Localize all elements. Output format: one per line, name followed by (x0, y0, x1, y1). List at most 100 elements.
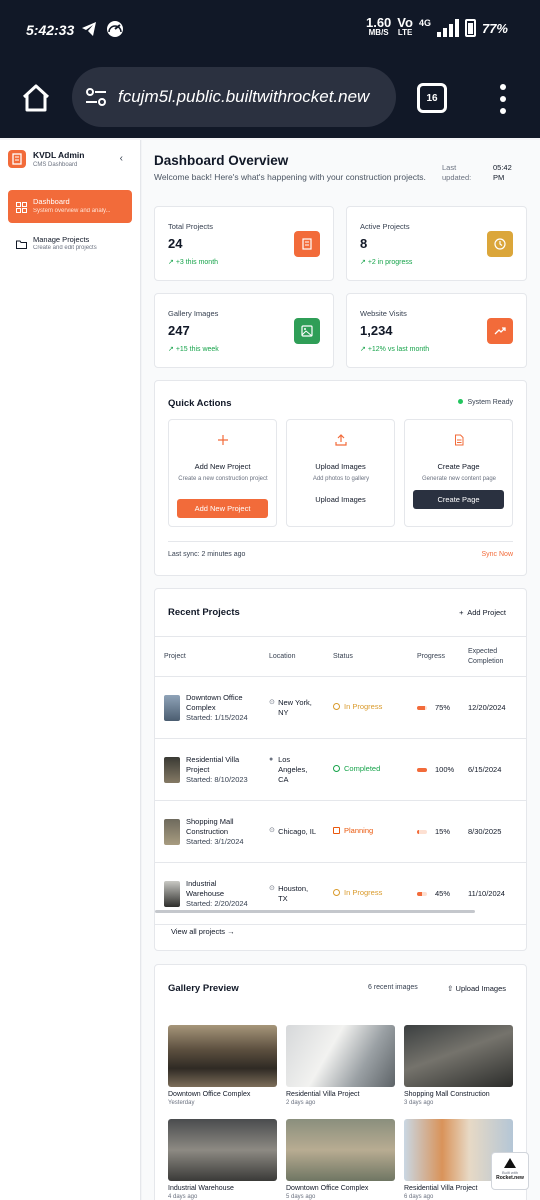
project-thumbnail (164, 818, 180, 845)
main-content: Dashboard Overview Welcome back! Here's … (142, 140, 540, 1200)
sidebar-item-label: Manage Projects (33, 235, 90, 244)
brand-subtitle: CMS Dashboard (33, 162, 78, 168)
gallery-item-title: Downtown Office Complex (168, 1091, 251, 1098)
gallery-item-date: 2 days ago (286, 1100, 316, 1106)
project-name: Industrial Warehouse (186, 878, 225, 898)
collapse-sidebar-button[interactable]: ‹ (120, 153, 123, 164)
stat-card-total-projects: Total Projects 24 ↗ +3 this month (154, 206, 334, 281)
project-location: Los Angeles, CA (278, 754, 308, 784)
table-row[interactable]: Industrial Warehouse Started: 2/20/2024 ⊙… (155, 862, 526, 925)
stat-trend: ↗ +15 this week (168, 346, 219, 353)
system-status: System Ready (458, 399, 513, 406)
page-title: Dashboard Overview (154, 153, 289, 168)
status-badge: In Progress (333, 888, 384, 898)
project-cell: Shopping Mall Construction Started: 3/1/2… (155, 800, 260, 863)
home-button[interactable] (20, 82, 52, 114)
network-speed: 1.60 MB/S (365, 15, 392, 37)
quick-action-title: Add New Project (194, 462, 251, 471)
progress-value: 75% (435, 702, 451, 712)
browser-menu-button[interactable] (497, 84, 509, 114)
gallery-image (168, 1119, 277, 1181)
progress-value: 100% (435, 764, 455, 774)
gallery-item[interactable]: Residential Villa Project 2 days ago (286, 1025, 395, 1106)
sidebar-item-dashboard[interactable]: Dashboard System overview and analy... (8, 190, 132, 223)
upload-images-link[interactable]: ⇧ Upload Images (447, 984, 506, 993)
progress-value: 15% (435, 826, 451, 836)
project-start-date: Started: 1/15/2024 (186, 712, 248, 722)
status-cell: Completed (324, 738, 408, 801)
gallery-preview-card: Gallery Preview 6 recent images ⇧ Upload… (154, 964, 527, 1200)
site-settings-icon[interactable] (84, 85, 108, 109)
completion-date: 12/20/2024 (459, 676, 526, 739)
quick-action-description: Add photos to gallery (312, 476, 370, 482)
gallery-count: 6 recent images (368, 984, 418, 991)
url-text[interactable]: fcujm5l.public.builtwithrocket.new (118, 87, 388, 107)
clock-icon (487, 231, 513, 257)
create-page-button[interactable]: Create Page (413, 490, 504, 509)
view-all-projects-link[interactable]: View all projects → (171, 927, 235, 936)
gallery-item[interactable]: Shopping Mall Construction 3 days ago (404, 1025, 513, 1106)
gallery-item[interactable]: Downtown Office Complex Yesterday (168, 1025, 277, 1106)
gallery-title: Gallery Preview (168, 983, 239, 994)
progress-cell: 75% (408, 676, 459, 739)
last-updated-time: 05:42 PM (493, 163, 512, 182)
network-type: 4G (418, 18, 431, 28)
stat-label: Gallery Images (168, 309, 219, 318)
project-thumbnail (164, 694, 180, 721)
sync-divider (168, 541, 513, 542)
table-row[interactable]: Shopping Mall Construction Started: 3/1/2… (155, 800, 526, 863)
stat-trend: ↗ +12% vs last month (360, 346, 430, 353)
building-logo-icon (8, 150, 26, 168)
status-dot-icon (458, 399, 464, 404)
project-location: Houston, TX (278, 883, 309, 903)
status-badge: Planning (333, 826, 373, 836)
built-with-rocket-badge[interactable]: Built with Rocket.new (491, 1152, 529, 1190)
rocket-logo-icon (504, 1158, 516, 1168)
gallery-item-date: 6 days ago (404, 1194, 434, 1200)
project-start-date: Started: 2/20/2024 (186, 898, 248, 908)
gallery-item-date: 3 days ago (404, 1100, 434, 1106)
progress-bar (417, 891, 427, 896)
project-cell: Industrial Warehouse Started: 2/20/2024 (155, 862, 260, 925)
project-thumbnail (164, 880, 180, 907)
column-header-expected-completion: Expected Completion (459, 636, 526, 677)
project-start-date: Started: 3/1/2024 (186, 836, 244, 846)
project-cell: Residential Villa Project Started: 8/10/2… (155, 738, 260, 801)
gallery-item[interactable]: Downtown Office Complex 5 days ago (286, 1119, 395, 1200)
battery-percent: 77% (481, 20, 508, 36)
stat-value: 247 (168, 323, 190, 338)
table-row[interactable]: Downtown Office Complex Started: 1/15/202… (155, 676, 526, 739)
status-indicators: 1.60 MB/S Vo LTE 4G 77% (365, 15, 508, 38)
sync-now-link[interactable]: Sync Now (481, 551, 513, 558)
trending-up-icon (487, 318, 513, 344)
folder-icon (16, 237, 27, 249)
clock-icon (333, 889, 340, 896)
location-cell: ⊙ New York, NY (260, 676, 324, 739)
gallery-item[interactable]: Industrial Warehouse 4 days ago (168, 1119, 277, 1200)
add-new-project-button[interactable]: Add New Project (177, 499, 268, 518)
stat-value: 24 (168, 236, 183, 251)
project-location: Chicago, IL (278, 826, 317, 836)
quick-actions-card: Quick Actions System Ready Add New Proje… (154, 380, 527, 576)
table-scrollbar[interactable] (155, 910, 475, 913)
sidebar-item-label: Dashboard (33, 197, 70, 206)
last-sync-text: Last sync: 2 minutes ago (168, 551, 246, 558)
sidebar-item-manage-projects[interactable]: Manage Projects Create and edit projects (8, 233, 132, 257)
progress-cell: 45% (408, 862, 459, 925)
last-updated-label: Last updated: (442, 163, 472, 182)
stat-label: Total Projects (168, 222, 214, 231)
gallery-image (404, 1025, 513, 1087)
upload-images-button[interactable]: Upload Images (295, 490, 386, 509)
tab-switcher-button[interactable]: 16 (417, 83, 447, 113)
battery-icon (464, 19, 476, 37)
clock-icon (333, 703, 340, 710)
column-header-status: Status (324, 636, 408, 677)
gallery-image (286, 1025, 395, 1087)
project-location: New York, NY (278, 697, 312, 717)
location-cell: ● Los Angeles, CA (260, 738, 324, 801)
stat-trend: ↗ +3 this month (168, 259, 219, 266)
table-row[interactable]: Residential Villa Project Started: 8/10/2… (155, 738, 526, 801)
address-bar[interactable]: fcujm5l.public.builtwithrocket.new (72, 67, 396, 127)
progress-cell: 100% (408, 738, 459, 801)
add-project-button[interactable]: + Add Project (459, 608, 506, 617)
